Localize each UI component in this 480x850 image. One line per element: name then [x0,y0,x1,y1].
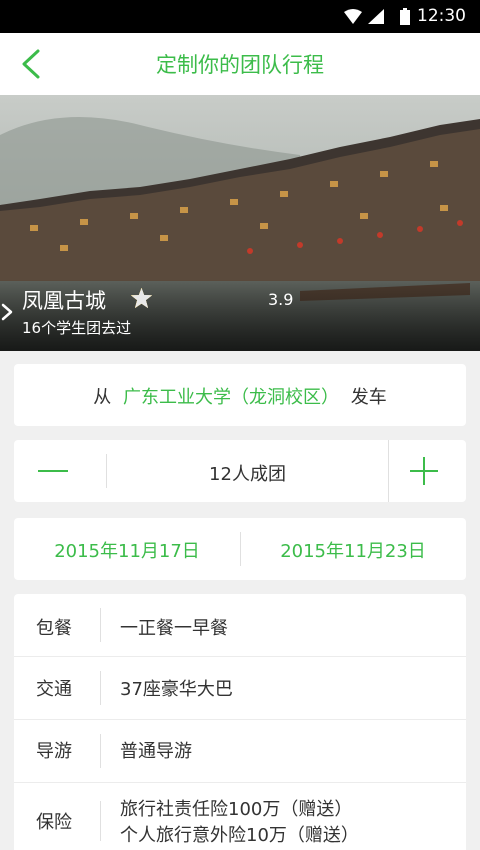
departure-campus[interactable]: 广东工业大学（龙洞校区） [123,387,339,408]
departure-card[interactable]: 从 广东工业大学（龙洞校区） 发车 [14,364,466,426]
destination-banner[interactable]: 凤凰古城 3.9 16个学生团去过 [0,95,480,351]
start-date[interactable]: 2015年11月17日 [14,537,240,563]
nav-bar: 定制你的团队行程 [0,33,480,95]
trip-details-card: 包餐 一正餐一早餐 交通 37座豪华大巴 导游 普通导游 保险 旅行社责任险10… [14,594,466,850]
detail-row-insurance: 保险 旅行社责任险100万（赠送） 个人旅行意外险10万（赠送） [14,783,466,850]
detail-value-line2: 个人旅行意外险10万（赠送） [120,825,359,846]
divider [388,440,389,502]
group-size-value: 12人成团 [209,464,286,485]
star-empty-icon [131,288,152,308]
departure-suffix: 发车 [350,387,387,408]
divider [100,801,101,841]
rating-value: 3.9 [268,290,294,309]
detail-label: 导游 [36,741,72,762]
detail-value: 一正餐一早餐 [120,618,228,639]
divider [100,734,101,768]
departure-row: 从 广东工业大学（龙洞校区） 发车 [14,383,466,409]
status-bar: 12:30 [0,0,480,33]
chevron-right-icon[interactable] [0,303,14,321]
decrease-button[interactable] [38,470,68,472]
divider [100,671,101,705]
date-range-card: 2015年11月17日 2015年11月23日 [14,518,466,580]
battery-icon [400,8,410,25]
detail-value: 普通导游 [120,741,192,762]
detail-row-transport: 交通 37座豪华大巴 [14,657,466,719]
detail-row-meals: 包餐 一正餐一早餐 [14,594,466,656]
divider [100,608,101,642]
destination-name: 凤凰古城 [22,289,106,313]
detail-row-guide: 导游 普通导游 [14,720,466,782]
page-title: 定制你的团队行程 [156,53,324,77]
status-time: 12:30 [417,6,466,26]
signal-icon [368,9,384,24]
departure-prefix: 从 [93,387,112,408]
detail-value: 37座豪华大巴 [120,679,233,700]
detail-value: 旅行社责任险100万（赠送） [120,799,353,820]
detail-label: 包餐 [36,618,72,639]
group-size-stepper: 12人成团 [14,440,466,502]
detail-label: 保险 [36,812,72,833]
wifi-icon [344,9,362,24]
increase-button[interactable] [410,457,438,485]
detail-label: 交通 [36,679,72,700]
end-date[interactable]: 2015年11月23日 [240,537,466,563]
visit-count: 16个学生团去过 [22,319,132,337]
